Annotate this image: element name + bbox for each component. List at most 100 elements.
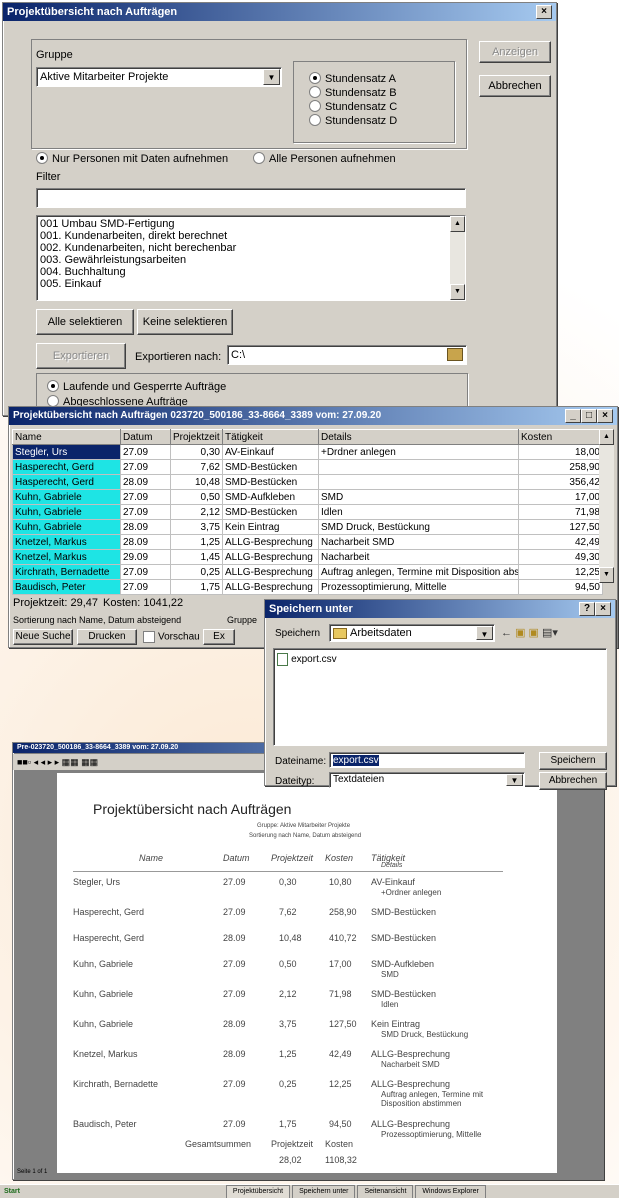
table-cell[interactable]: ALLG-Besprechung [222,534,319,550]
table-row[interactable]: Kuhn, Gabriele 28.09 3,75 Kein Eintrag SMD D… [12,519,603,535]
chevron-down-icon[interactable]: ▼ [506,774,523,786]
project-list-item[interactable]: 005. Einkauf [40,278,465,290]
radio-laufend[interactable]: Laufende und Gesperrte Aufträge [47,380,226,393]
folder-select[interactable]: Arbeitsdaten ▼ [329,624,495,642]
folder-icon[interactable] [447,348,463,361]
table-cell[interactable]: 0,30 [170,444,223,460]
project-list-item[interactable]: 001 Umbau SMD-Fertigung [40,218,465,230]
table-cell[interactable]: Hasperecht, Gerd [12,474,121,490]
export-path-input[interactable]: C:\ [227,345,467,365]
project-list-item[interactable]: 003. Gewährleistungsarbeiten [40,254,465,266]
table-cell[interactable]: 28.09 [120,519,171,535]
table-cell[interactable]: 27.09 [120,459,171,475]
radio-alle-personen[interactable]: Alle Personen aufnehmen [253,152,396,165]
scroll-down-icon[interactable]: ▼ [599,567,614,583]
table-cell[interactable]: 17,00 [518,489,603,505]
table-cell[interactable]: 27.09 [120,489,171,505]
table-cell[interactable]: 258,90 [518,459,603,475]
rate-a-radio[interactable]: Stundensatz A [309,72,396,85]
table-cell[interactable]: Kirchrath, Bernadette [12,564,121,580]
table-cell[interactable]: AV-Einkauf [222,444,319,460]
minimize-icon[interactable]: _ [565,409,581,423]
table-cell[interactable]: 94,50 [518,579,603,595]
alle-selektieren-button[interactable]: Alle selektieren [36,309,134,335]
project-list[interactable]: 001 Umbau SMD-Fertigung 001. Kundenarbei… [36,215,466,301]
maximize-icon[interactable]: □ [581,409,597,423]
group-select[interactable]: Aktive Mitarbeiter Projekte ▼ [36,67,282,87]
vorschau-checkbox[interactable]: Vorschau [143,631,200,643]
table-row[interactable]: Kirchrath, Bernadette 27.09 0,25 ALLG-Bespr… [12,564,603,580]
list-scrollbar[interactable]: ▲ ▼ [450,216,465,300]
table-cell[interactable]: 1,75 [170,579,223,595]
column-header[interactable]: Details [318,429,519,445]
nav-icons[interactable]: ◂ ◂ ▸ ▸ [34,757,60,767]
up-folder-icon[interactable]: ▣ [515,627,525,639]
table-row[interactable]: Baudisch, Peter 27.09 1,75 ALLG-Besprechung… [12,579,603,595]
abbrechen-button[interactable]: Abbrechen [539,772,607,790]
table-cell[interactable]: 42,49 [518,534,603,550]
scroll-down-icon[interactable]: ▼ [450,284,465,300]
rate-d-radio[interactable]: Stundensatz D [309,114,397,127]
table-cell[interactable]: Auftrag anlegen, Termine mit Disposition… [318,564,519,580]
taskbar-item[interactable]: Windows Explorer [415,1185,486,1198]
table-cell[interactable]: 7,62 [170,459,223,475]
table-cell[interactable]: Kuhn, Gabriele [12,504,121,520]
table-cell[interactable]: Baudisch, Peter [12,579,121,595]
drucken-button[interactable]: Drucken [77,629,137,645]
table-cell[interactable]: 0,50 [170,489,223,505]
table-cell[interactable]: ALLG-Besprechung [222,549,319,565]
table-cell[interactable]: 356,42 [518,474,603,490]
table-cell[interactable]: 27.09 [120,444,171,460]
table-cell[interactable]: 1,25 [170,534,223,550]
project-list-item[interactable]: 004. Buchhaltung [40,266,465,278]
export-button[interactable]: Ex [203,629,235,645]
back-icon[interactable]: ← [501,627,512,639]
table-cell[interactable]: 3,75 [170,519,223,535]
toolbar-icons[interactable]: ← ▣ ▣ ▤▾ [501,626,558,639]
print-icon[interactable]: ■■▫ [17,757,31,767]
table-row[interactable]: Stegler, Urs 27.09 0,30 AV-Einkauf +Drdner a… [12,444,603,460]
new-folder-icon[interactable]: ▣ [529,627,539,639]
table-cell[interactable]: ALLG-Besprechung [222,564,319,580]
table-row[interactable]: Knetzel, Markus 28.09 1,25 ALLG-Besprechung… [12,534,603,550]
table-cell[interactable]: Hasperecht, Gerd [12,459,121,475]
filter-input[interactable] [36,188,466,208]
project-list-item[interactable]: 001. Kundenarbeiten, direkt berechnet [40,230,465,242]
column-header[interactable]: Kosten [518,429,603,445]
table-cell[interactable]: Stegler, Urs [12,444,121,460]
scroll-up-icon[interactable]: ▲ [450,216,465,232]
neue-suche-button[interactable]: Neue Suche [13,629,73,645]
exportieren-button[interactable]: Exportieren [36,343,126,369]
table-cell[interactable]: 127,50 [518,519,603,535]
radio-nur-personen[interactable]: Nur Personen mit Daten aufnehmen [36,152,228,165]
view-menu-icon[interactable]: ▤▾ [542,627,558,639]
close-icon[interactable]: × [536,5,552,19]
abbrechen-button[interactable]: Abbrechen [479,75,551,97]
column-header[interactable]: Datum [120,429,171,445]
file-item[interactable]: export.csv [291,654,337,665]
dateiname-input[interactable]: export.csv [329,752,525,768]
grid-scrollbar[interactable]: ▲ ▼ [599,429,614,583]
table-cell[interactable]: SMD Druck, Bestückung [318,519,519,535]
close-icon[interactable]: × [595,602,611,616]
table-cell[interactable]: 0,25 [170,564,223,580]
table-cell[interactable]: 28.09 [120,534,171,550]
table-cell[interactable]: SMD [318,489,519,505]
taskbar-item[interactable]: Speichern unter [292,1185,356,1198]
scroll-up-icon[interactable]: ▲ [599,429,614,445]
table-cell[interactable]: SMD-Bestücken [222,474,319,490]
project-list-item[interactable]: 002. Kundenarbeiten, nicht berechenbar [40,242,465,254]
table-cell[interactable]: SMD-Aufkleben [222,489,319,505]
table-row[interactable]: Hasperecht, Gerd 27.09 7,62 SMD-Bestücken 25… [12,459,603,475]
table-cell[interactable]: Knetzel, Markus [12,549,121,565]
speichern-button[interactable]: Speichern [539,752,607,770]
table-cell[interactable]: 1,45 [170,549,223,565]
taskbar-item[interactable]: Projektübersicht [225,1185,291,1198]
table-cell[interactable]: 27.09 [120,504,171,520]
table-row[interactable]: Kuhn, Gabriele 27.09 0,50 SMD-Aufkleben SMD 1… [12,489,603,505]
table-cell[interactable]: 27.09 [120,579,171,595]
taskbar-item[interactable]: Seitenansicht [357,1185,414,1198]
help-icon[interactable]: ? [579,602,595,616]
results-table[interactable]: Name Datum Projektzeit Tätigkeit Details… [12,429,603,595]
start-button[interactable]: Start [0,1186,24,1198]
